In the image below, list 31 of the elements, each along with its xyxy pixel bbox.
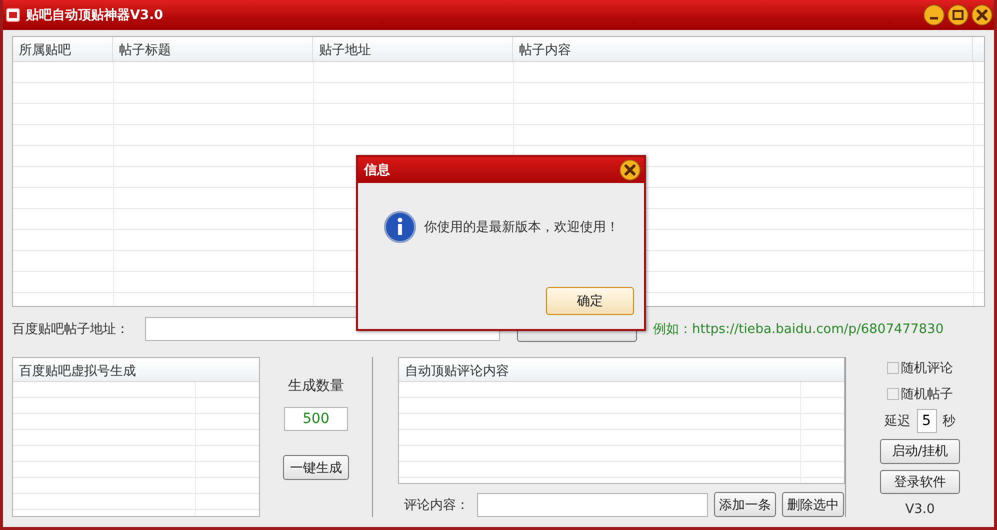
minimize-icon[interactable] [923, 4, 945, 26]
column-header[interactable]: 所属贴吧 [13, 37, 113, 61]
login-button[interactable]: 登录软件 [880, 470, 960, 494]
ok-button[interactable]: 确定 [546, 287, 634, 315]
version-label: V3.0 [905, 502, 935, 517]
start-button[interactable]: 启动/挂机 [880, 439, 960, 464]
add-comment-button[interactable]: 添加一条 [714, 492, 776, 517]
info-icon [384, 211, 416, 243]
comment-label: 评论内容： [404, 496, 469, 514]
count-label: 生成数量 [288, 377, 344, 395]
dialog-title: 信息 [364, 162, 390, 179]
app-icon [6, 8, 20, 22]
column-header[interactable]: 帖子内容 [513, 37, 973, 61]
dialog-message: 你使用的是最新版本，欢迎使用！ [424, 219, 619, 236]
delay-field[interactable]: 5 [916, 409, 936, 433]
url-label: 百度贴吧帖子地址： [12, 321, 129, 338]
column-header[interactable]: 帖子标题 [113, 37, 313, 61]
generate-button[interactable]: 一键生成 [283, 455, 349, 480]
maximize-icon[interactable] [947, 4, 969, 26]
example-url-text: 例如：https://tieba.baidu.com/p/6807477830 [653, 321, 944, 338]
window-title: 贴吧自动顶贴神器V3.0 [26, 7, 164, 24]
close-icon[interactable] [971, 4, 993, 26]
column-header[interactable]: 贴子地址 [313, 37, 513, 61]
close-icon[interactable] [619, 159, 641, 181]
seconds-label: 秒 [942, 413, 956, 430]
delete-selected-button[interactable]: 删除选中 [782, 492, 844, 517]
option-checkbox[interactable]: 随机评论 [887, 359, 953, 377]
option-checkbox[interactable]: 随机帖子 [887, 385, 953, 403]
comment-field[interactable] [477, 492, 708, 516]
delay-label: 延迟 [884, 413, 910, 430]
count-field[interactable]: 500 [284, 407, 348, 431]
